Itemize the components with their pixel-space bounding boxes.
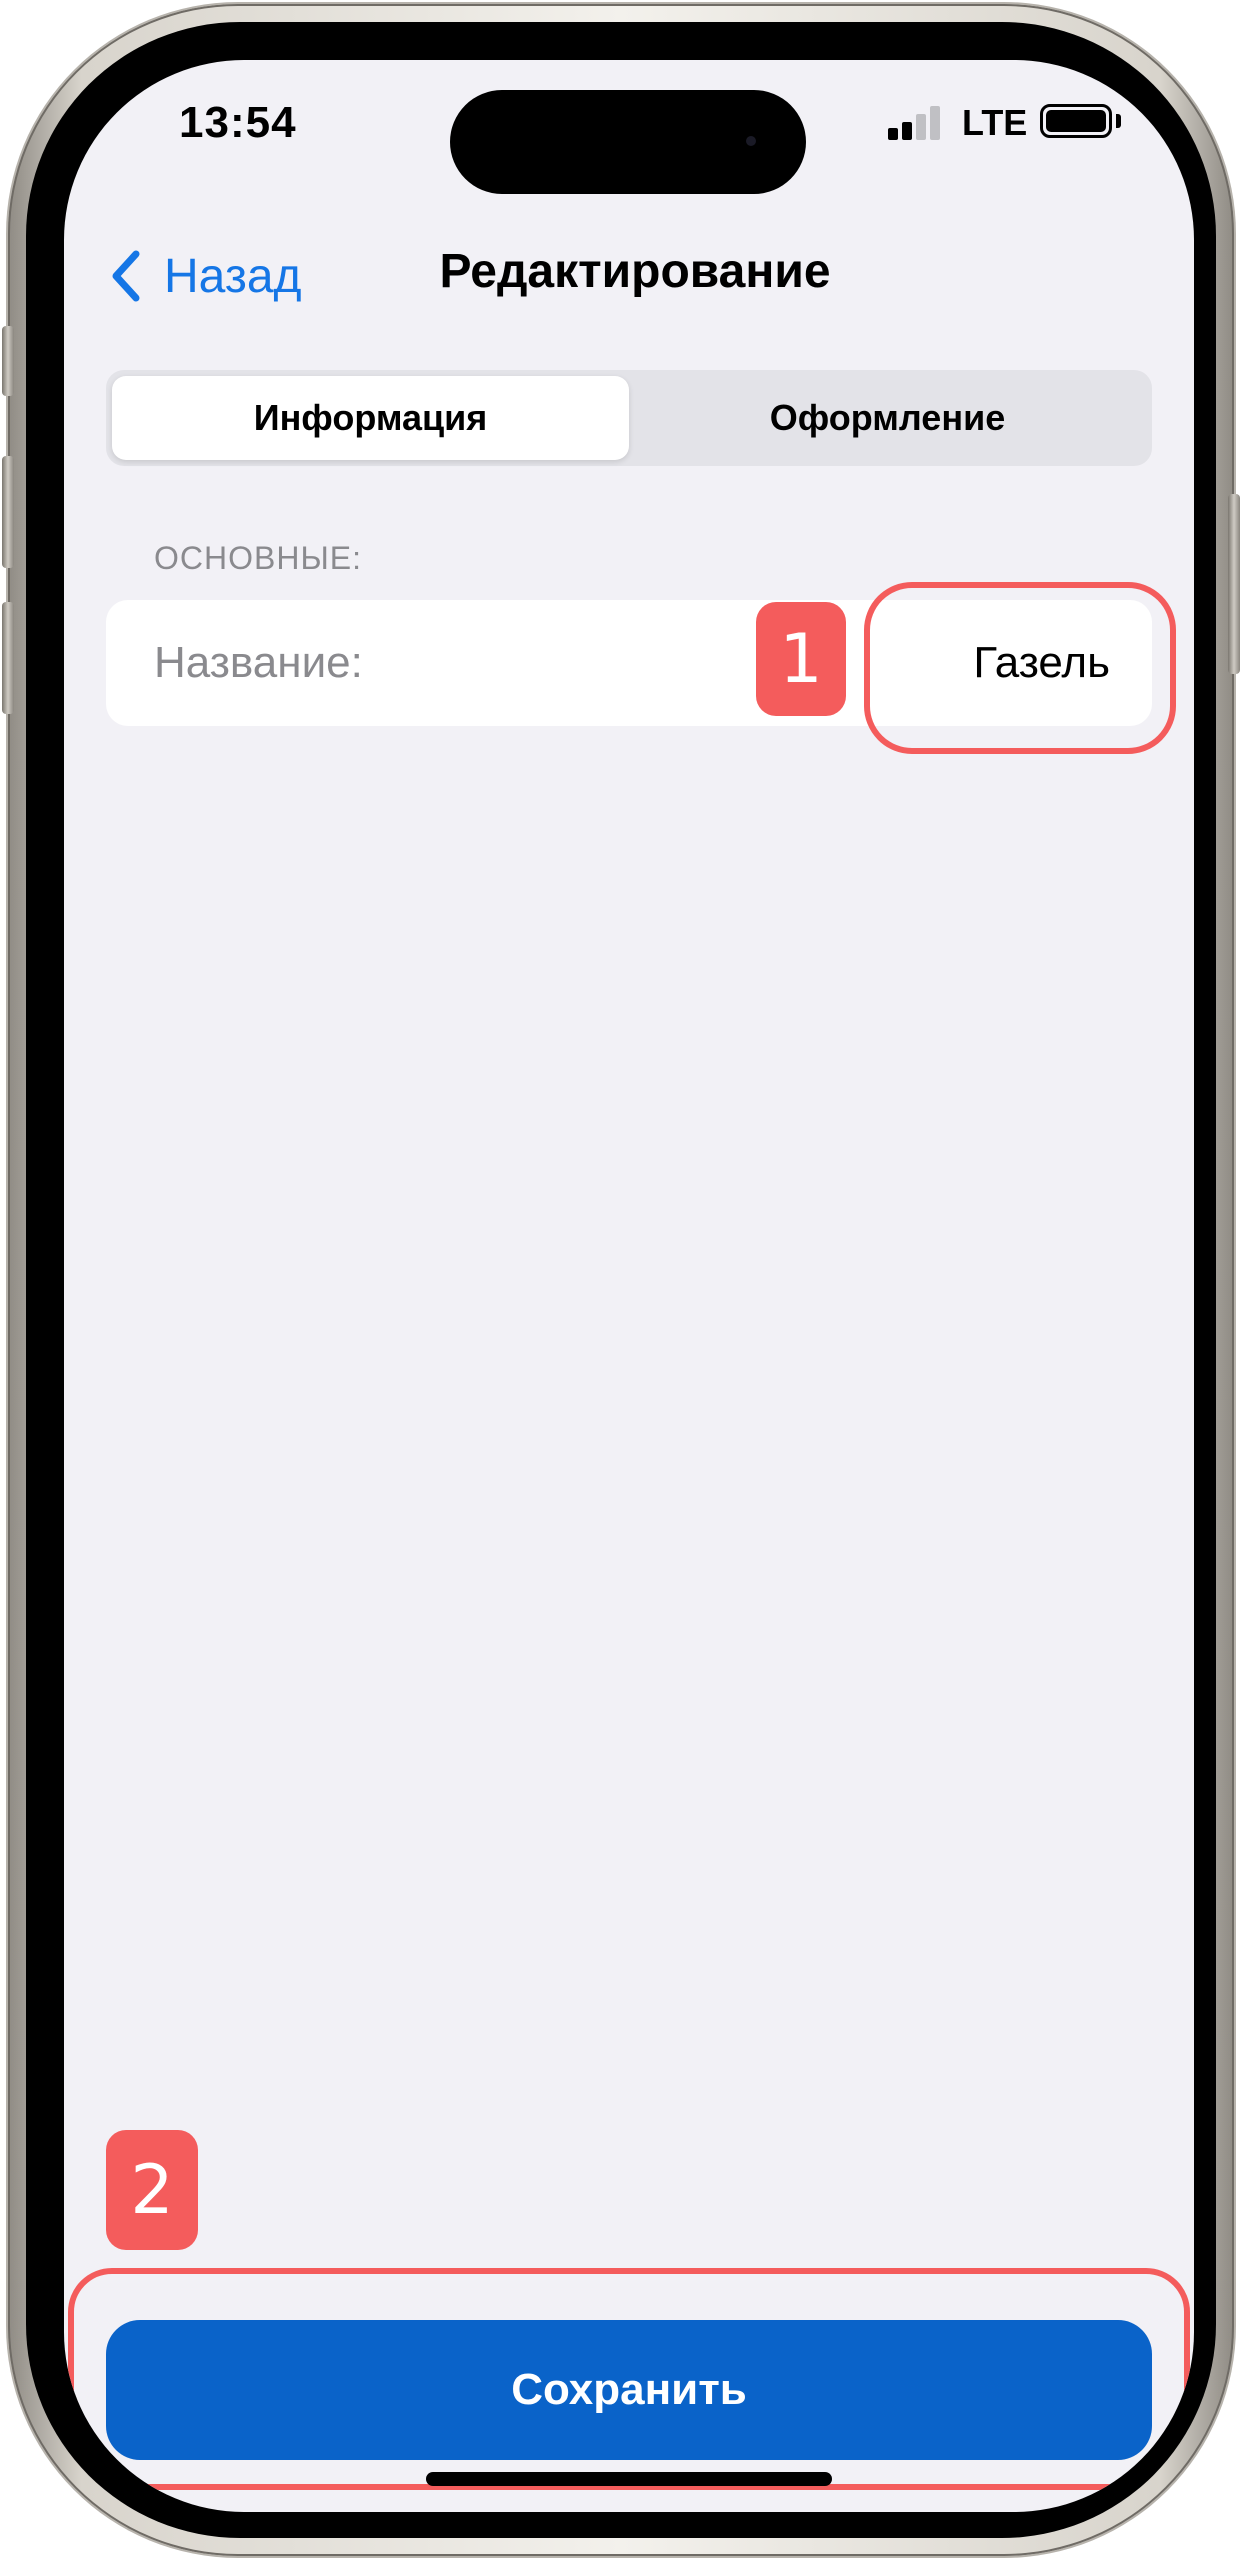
home-indicator xyxy=(426,2472,832,2486)
annotation-marker-2: 2 xyxy=(106,2130,198,2250)
save-button[interactable]: Сохранить xyxy=(106,2320,1152,2460)
section-header: ОСНОВНЫЕ: xyxy=(154,540,363,576)
action-button xyxy=(2,326,14,396)
dynamic-island xyxy=(450,90,806,194)
signal-icon xyxy=(888,104,948,140)
volume-up-button xyxy=(2,456,14,568)
page-title: Редактирование xyxy=(439,245,831,298)
phone-screen: 13:54 LTE Назад Редактирование Информаци… xyxy=(64,60,1194,2512)
battery-level xyxy=(1046,110,1106,132)
camera-dot xyxy=(746,136,756,146)
phone-frame: 13:54 LTE Назад Редактирование Информаци… xyxy=(2,4,1240,2556)
volume-down-button xyxy=(2,602,14,714)
status-time: 13:54 xyxy=(179,98,297,147)
tab-design[interactable]: Оформление xyxy=(629,376,1146,460)
battery-icon xyxy=(1040,104,1112,138)
annotation-marker-1: 1 xyxy=(756,602,846,716)
power-button xyxy=(1228,494,1240,674)
annotation-highlight-name-field xyxy=(864,582,1176,754)
name-field-label: Название: xyxy=(154,638,363,687)
battery-cap xyxy=(1116,114,1121,128)
segmented-control: Информация Оформление xyxy=(106,370,1152,466)
tab-information[interactable]: Информация xyxy=(112,376,629,460)
network-type: LTE xyxy=(962,102,1028,143)
